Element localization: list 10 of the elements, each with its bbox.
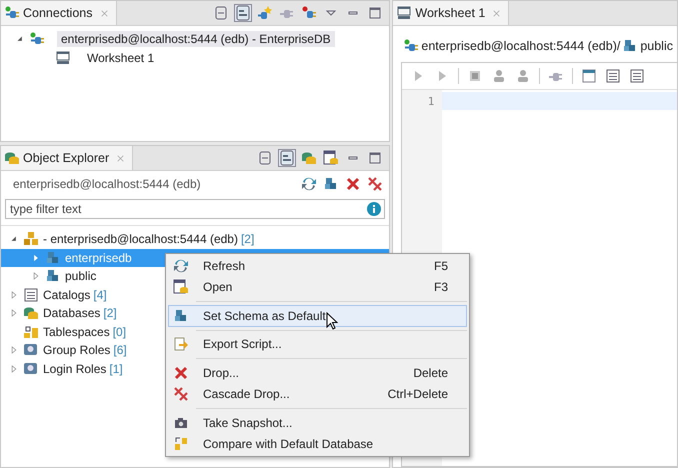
item-count: [1]: [109, 362, 123, 376]
line-number: 1: [428, 94, 434, 110]
connection-label: enterprisedb@localhost:5444 (edb): [13, 177, 201, 191]
schema-label: public: [640, 39, 673, 53]
item-count: [2]: [103, 306, 117, 320]
item-count: [6]: [113, 343, 127, 358]
item-count: [2]: [240, 232, 254, 246]
item-count: [0]: [112, 324, 126, 339]
connection-label: enterprisedb@localhost:5444 (edb)/: [421, 39, 620, 53]
item-count: [4]: [93, 288, 107, 302]
